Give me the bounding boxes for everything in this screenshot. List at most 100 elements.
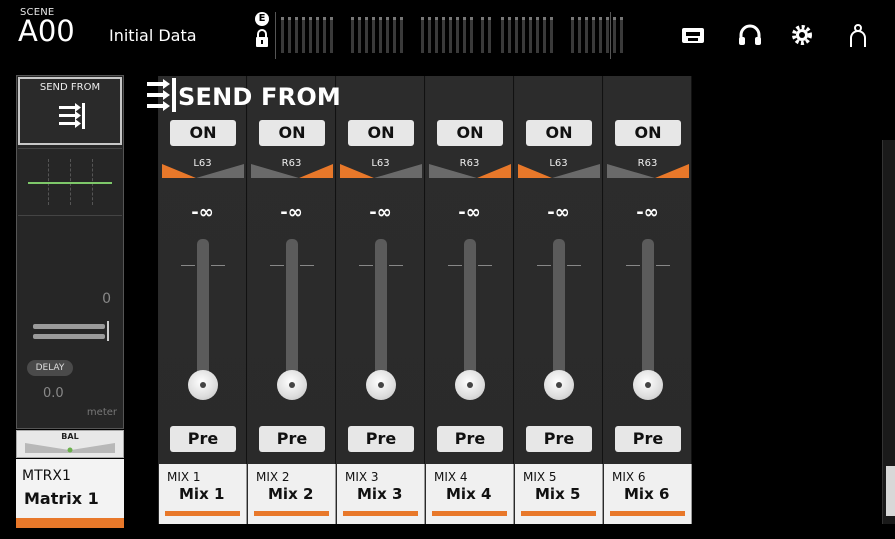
send-fader-knob[interactable] [455,370,485,400]
channel-name-area[interactable]: MIX 4 Mix 4 [426,464,514,524]
send-fader-track[interactable] [197,239,209,389]
channel-on-button[interactable]: ON [437,120,503,146]
meter-bar [522,17,525,53]
meter-bar [456,17,459,53]
pan-value: L63 [549,158,568,169]
send-level-value: -∞ [636,202,659,223]
pan-value: L63 [371,158,390,169]
fader-unity-mark [300,265,314,266]
send-channel-strip: ON L63 -∞ Pre MIX 3 Mix 3 [337,76,425,524]
pre-post-button[interactable]: Pre [348,426,414,452]
send-fader-knob[interactable] [188,370,218,400]
scene-title[interactable]: Initial Data [109,26,197,45]
channel-on-button[interactable]: ON [170,120,236,146]
send-fader-knob[interactable] [544,370,574,400]
pre-post-button[interactable]: Pre [526,426,592,452]
send-level-value: -∞ [369,202,392,223]
delay-button[interactable]: DELAY [27,360,73,376]
send-fader-track[interactable] [375,239,387,389]
balance-control[interactable]: BAL [16,430,124,458]
send-channel-strip: ON L63 -∞ Pre MIX 5 Mix 5 [515,76,603,524]
balance-shape-icon [25,443,115,453]
channel-on-button[interactable]: ON [348,120,414,146]
send-fader-track[interactable] [464,239,476,389]
fader-unity-mark [389,265,403,266]
meter-bar [620,17,623,53]
channel-color-bar [254,511,329,516]
channel-name-area[interactable]: MIX 2 Mix 2 [248,464,336,524]
send-fader-knob[interactable] [366,370,396,400]
eq-curve [28,182,112,184]
fader-unity-mark [537,265,551,266]
channel-on-button[interactable]: ON [259,120,325,146]
fader-unity-mark [359,265,373,266]
meter-bar [281,17,284,53]
pan-value: R63 [637,158,658,169]
meter-bar [379,17,382,53]
meter-bar [400,17,403,53]
fader-unity-mark [181,265,195,266]
pre-post-button[interactable]: Pre [259,426,325,452]
send-from-button[interactable]: SEND FROM [18,77,122,145]
meter-bar [393,17,396,53]
channel-id: MIX 4 [434,470,468,484]
recorder-icon[interactable] [680,22,706,48]
send-channel-strip: ON R63 -∞ Pre MIX 2 Mix 2 [248,76,336,524]
meter-bar [302,17,305,53]
send-fader-track[interactable] [286,239,298,389]
meter-bar [358,17,361,53]
user-icon[interactable] [845,22,871,48]
selected-channel-color-bar [16,518,124,528]
meter-bar [515,17,518,53]
top-bar: SCENE A00 Initial Data E [0,0,895,68]
meter-bar [386,17,389,53]
channel-id: MIX 5 [523,470,557,484]
fader-unity-mark [626,265,640,266]
meter-bar [330,17,333,53]
meter-bar [488,17,491,53]
channel-color-bar [343,511,418,516]
meter-bar [470,17,473,53]
send-level-value: -∞ [547,202,570,223]
channel-on-button[interactable]: ON [615,120,681,146]
send-fader-track[interactable] [553,239,565,389]
channel-name: Mix 4 [446,485,492,503]
pre-post-button[interactable]: Pre [437,426,503,452]
meter-bar [550,17,553,53]
selected-channel-label: Matrix 1 [24,489,99,508]
channel-on-button[interactable]: ON [526,120,592,146]
channel-id: MIX 6 [612,470,646,484]
channel-name-area[interactable]: MIX 1 Mix 1 [159,464,247,524]
channel-color-bar [521,511,596,516]
meter-bridge[interactable] [275,12,623,59]
meter-bar [316,17,319,53]
pan-value: R63 [459,158,480,169]
channel-name: Mix 3 [357,485,403,503]
next-strip-edge[interactable] [882,140,895,524]
selected-channel-id: MTRX1 [22,468,71,484]
meter-bar [309,17,312,53]
meter-bar [449,17,452,53]
meter-bar [613,17,616,53]
selected-channel-name[interactable]: MTRX1 Matrix 1 [16,459,124,528]
settings-gear-icon[interactable] [789,22,815,48]
channel-id: MIX 2 [256,470,290,484]
channel-name-area[interactable]: MIX 5 Mix 5 [515,464,603,524]
scene-number[interactable]: A00 [18,14,75,48]
send-fader-knob[interactable] [633,370,663,400]
meter-bar [428,17,431,53]
fader-unity-mark [656,265,670,266]
meter-bar [372,17,375,53]
channel-name-area[interactable]: MIX 3 Mix 3 [337,464,425,524]
channel-name-area[interactable]: MIX 6 Mix 6 [604,464,692,524]
eq-graph[interactable] [18,148,122,216]
pre-post-button[interactable]: Pre [615,426,681,452]
send-fader-track[interactable] [642,239,654,389]
send-fader-knob[interactable] [277,370,307,400]
lock-icon[interactable] [255,28,269,48]
meter-bar [442,17,445,53]
meter-bar [606,17,609,53]
headphones-icon[interactable] [737,22,763,48]
meter-bar [435,17,438,53]
pre-post-button[interactable]: Pre [170,426,236,452]
